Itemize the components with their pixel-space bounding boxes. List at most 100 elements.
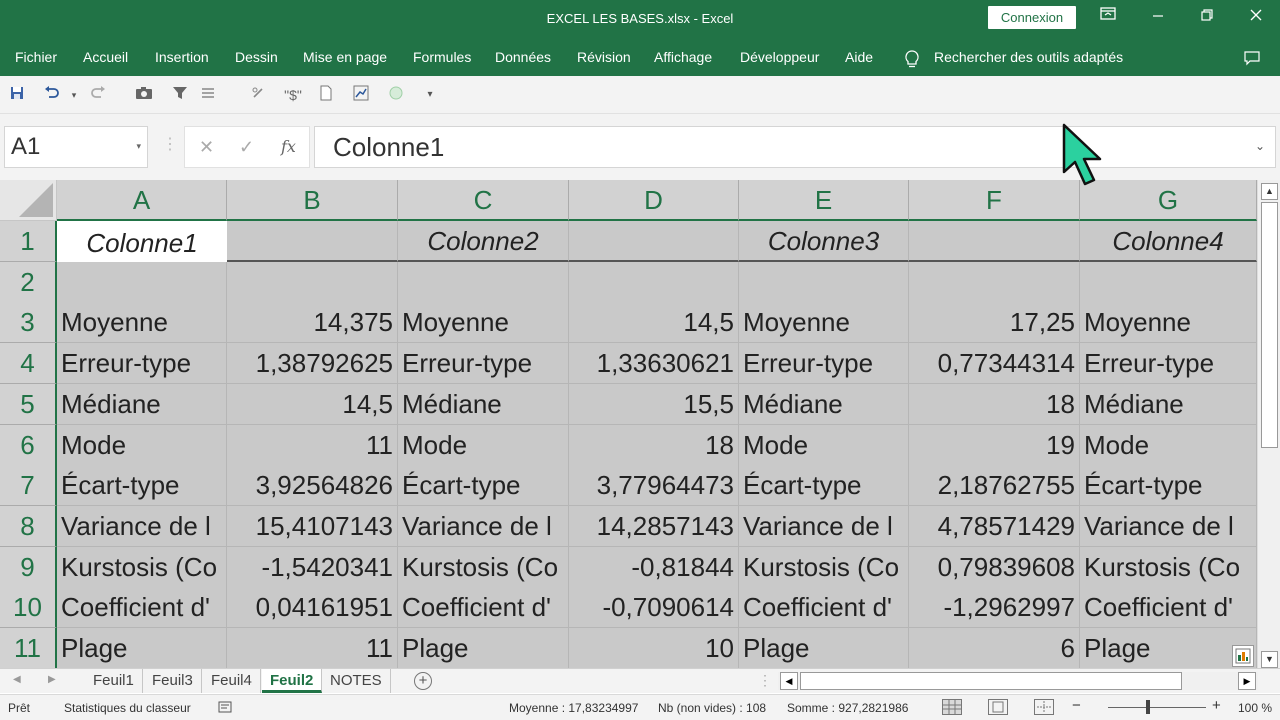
cell-c4[interactable]: Erreur-type (398, 343, 569, 385)
filter-icon[interactable] (170, 85, 190, 105)
vertical-scrollbar[interactable]: ▲ ▼ (1232, 180, 1280, 670)
cell-d9[interactable]: -0,81844 (569, 546, 739, 588)
cell-d10[interactable]: -0,7090614 (569, 587, 739, 629)
sheet-tab-feuil4[interactable]: Feuil4 (203, 669, 261, 693)
add-sheet-button[interactable]: + (414, 672, 432, 690)
row-header-4[interactable]: 4 (0, 343, 57, 385)
tab-affichage[interactable]: Affichage (654, 49, 712, 65)
link-icon[interactable] (248, 85, 268, 105)
tab-mise-en-page[interactable]: Mise en page (303, 49, 387, 65)
page-break-view-icon[interactable] (1034, 699, 1054, 715)
restore-ribbon-icon[interactable] (1094, 6, 1122, 30)
cell-g1[interactable]: Colonne4 (1080, 221, 1257, 262)
h-scroll-thumb[interactable] (800, 672, 1182, 690)
tab-accueil[interactable]: Accueil (83, 49, 128, 65)
cell-d7[interactable]: 3,77964473 (569, 465, 739, 507)
scroll-thumb[interactable] (1261, 202, 1278, 448)
cell-c5[interactable]: Médiane (398, 383, 569, 425)
col-header-d[interactable]: D (569, 180, 739, 221)
more-dots-icon[interactable]: ⋮ (162, 134, 178, 154)
cell-d1[interactable] (569, 221, 739, 262)
row-header-8[interactable]: 8 (0, 505, 57, 547)
tab-aide[interactable]: Aide (845, 49, 873, 65)
cell-d5[interactable]: 15,5 (569, 383, 739, 425)
row-header-5[interactable]: 5 (0, 383, 57, 425)
sheet-tab-feuil1[interactable]: Feuil1 (85, 669, 143, 693)
maximize-icon[interactable] (1193, 6, 1221, 30)
chart-icon[interactable] (351, 85, 371, 105)
connexion-button[interactable]: Connexion (988, 6, 1076, 29)
cell-f9[interactable]: 0,79839608 (909, 546, 1080, 588)
zoom-slider[interactable] (1108, 707, 1206, 708)
cell-f10[interactable]: -1,2962997 (909, 587, 1080, 629)
col-header-e[interactable]: E (739, 180, 909, 221)
cell-a8[interactable]: Variance de l (57, 505, 227, 547)
cell-c3[interactable]: Moyenne (398, 302, 569, 344)
macro-record-icon[interactable] (218, 701, 232, 716)
cell-f5[interactable]: 18 (909, 383, 1080, 425)
search-tools[interactable]: Rechercher des outils adaptés (934, 49, 1123, 65)
cell-g9[interactable]: Kurstosis (Co (1080, 546, 1257, 588)
cell-c9[interactable]: Kurstosis (Co (398, 546, 569, 588)
tab-splitter-icon[interactable]: ⋮ (758, 672, 772, 689)
lightbulb-icon[interactable] (903, 49, 921, 69)
cell-a3[interactable]: Moyenne (57, 302, 227, 344)
name-box[interactable]: A1 ▾ (4, 126, 148, 168)
cell-e3[interactable]: Moyenne (739, 302, 909, 344)
cell-g4[interactable]: Erreur-type (1080, 343, 1257, 385)
cell-e11[interactable]: Plage (739, 628, 909, 668)
cell-a5[interactable]: Médiane (57, 383, 227, 425)
cell-d8[interactable]: 14,2857143 (569, 505, 739, 547)
cell-a1[interactable]: Colonne1 (57, 221, 227, 262)
cell-e1[interactable]: Colonne3 (739, 221, 909, 262)
cell-d3[interactable]: 14,5 (569, 302, 739, 344)
close-icon[interactable] (1242, 6, 1270, 30)
undo-icon[interactable] (42, 85, 62, 105)
tab-fichier[interactable]: Fichier (15, 49, 57, 65)
cell-g5[interactable]: Médiane (1080, 383, 1257, 425)
prev-sheet-icon[interactable]: ◀ (13, 674, 21, 685)
quick-analysis-icon[interactable] (1232, 645, 1254, 667)
cell-c2[interactable] (398, 261, 569, 303)
row-header-6[interactable]: 6 (0, 424, 57, 466)
row-header-10[interactable]: 10 (0, 587, 57, 629)
cell-e7[interactable]: Écart-type (739, 465, 909, 507)
enter-icon[interactable]: ✓ (239, 137, 254, 158)
status-count[interactable]: Nb (non vides) : 108 (658, 701, 766, 715)
cell-a9[interactable]: Kurstosis (Co (57, 546, 227, 588)
row-header-9[interactable]: 9 (0, 546, 57, 588)
tab-donnees[interactable]: Données (495, 49, 551, 65)
cell-c6[interactable]: Mode (398, 424, 569, 466)
cell-b8[interactable]: 15,4107143 (227, 505, 398, 547)
cell-g3[interactable]: Moyenne (1080, 302, 1257, 344)
page-layout-view-icon[interactable] (988, 699, 1008, 715)
scroll-up-icon[interactable]: ▲ (1261, 183, 1278, 200)
camera-icon[interactable] (134, 85, 154, 105)
cell-e2[interactable] (739, 261, 909, 303)
zoom-slider-thumb[interactable] (1146, 700, 1150, 714)
cell-a4[interactable]: Erreur-type (57, 343, 227, 385)
cell-g8[interactable]: Variance de l (1080, 505, 1257, 547)
cell-b7[interactable]: 3,92564826 (227, 465, 398, 507)
cell-b2[interactable] (227, 261, 398, 303)
cell-e8[interactable]: Variance de l (739, 505, 909, 547)
next-sheet-icon[interactable]: ▶ (48, 674, 56, 685)
circle-icon[interactable] (386, 85, 406, 105)
cell-f4[interactable]: 0,77344314 (909, 343, 1080, 385)
cell-b6[interactable]: 11 (227, 424, 398, 466)
cell-f2[interactable] (909, 261, 1080, 303)
cell-g2[interactable] (1080, 261, 1257, 303)
cell-c8[interactable]: Variance de l (398, 505, 569, 547)
cell-e6[interactable]: Mode (739, 424, 909, 466)
save-icon[interactable] (7, 85, 27, 105)
col-header-c[interactable]: C (398, 180, 569, 221)
comment-icon[interactable] (1243, 50, 1261, 66)
tab-revision[interactable]: Révision (577, 49, 631, 65)
col-header-b[interactable]: B (227, 180, 398, 221)
cell-f3[interactable]: 17,25 (909, 302, 1080, 344)
cell-f7[interactable]: 2,18762755 (909, 465, 1080, 507)
sheet-tab-feuil2[interactable]: Feuil2 (262, 669, 323, 693)
tab-formules[interactable]: Formules (413, 49, 471, 65)
cell-a6[interactable]: Mode (57, 424, 227, 466)
minimize-icon[interactable] (1144, 6, 1172, 30)
